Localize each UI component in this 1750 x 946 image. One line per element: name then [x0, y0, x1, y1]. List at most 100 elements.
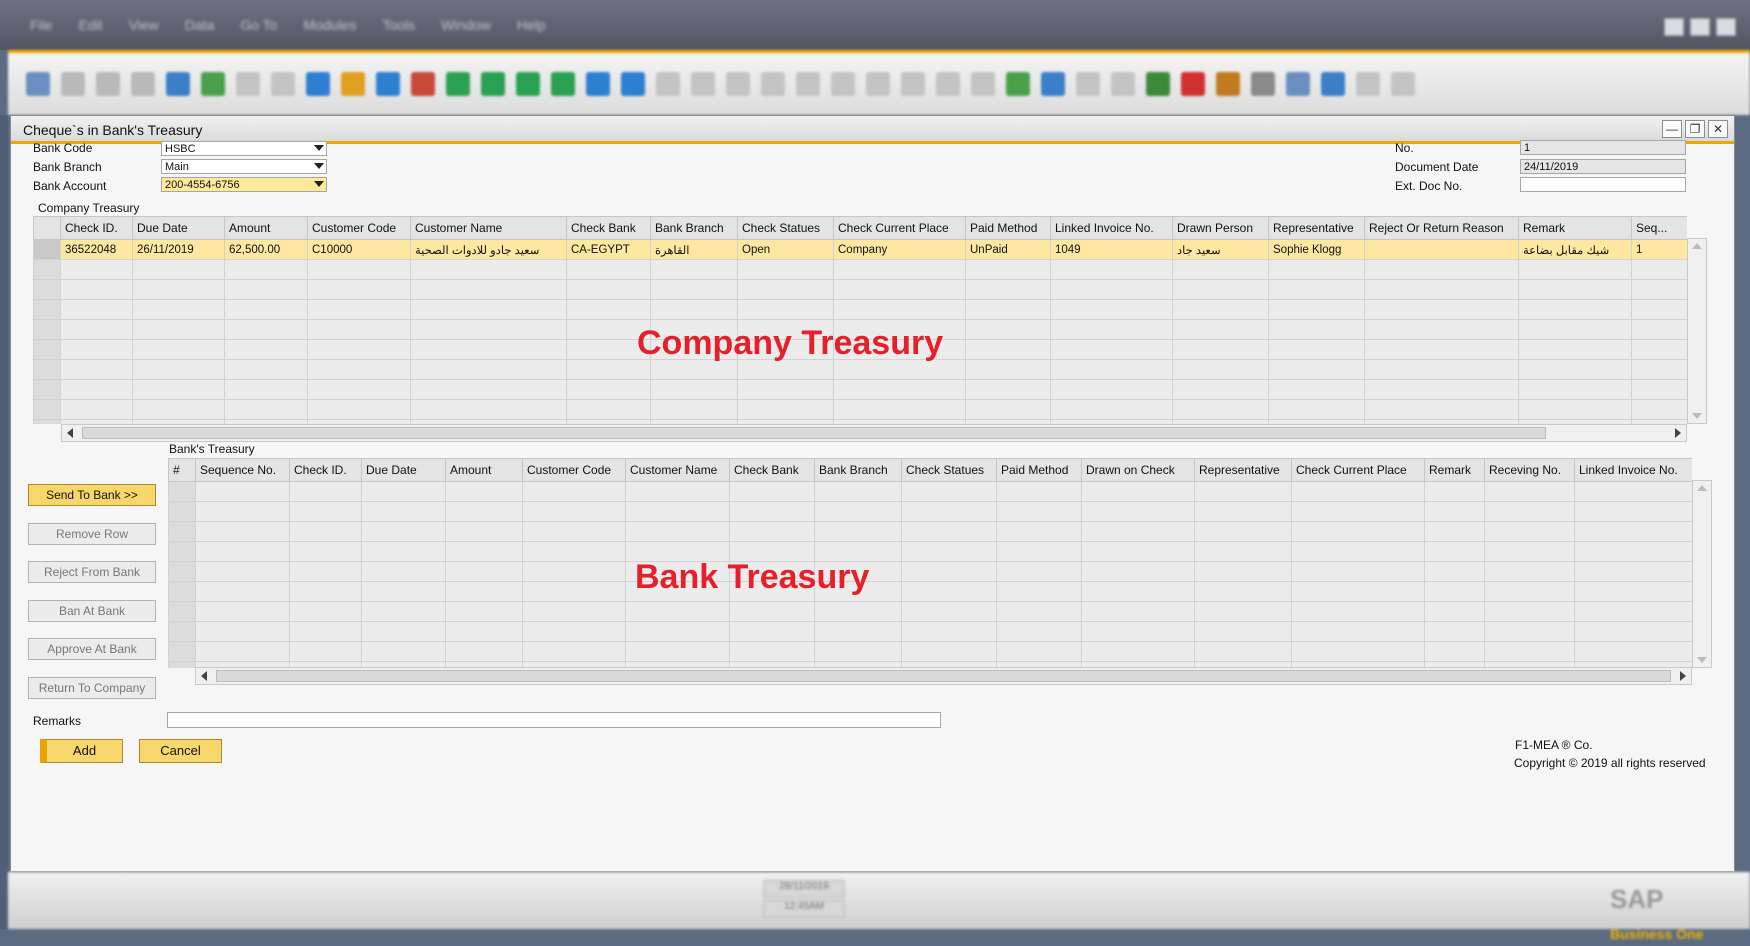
column-header[interactable]: Due Date — [132, 216, 225, 240]
table-cell[interactable] — [996, 541, 1082, 562]
table-cell[interactable] — [965, 299, 1051, 320]
table-cell[interactable] — [307, 299, 411, 320]
table-cell[interactable] — [195, 541, 290, 562]
column-header[interactable]: Representative — [1268, 216, 1365, 240]
table-cell[interactable] — [814, 481, 902, 502]
table-cell[interactable] — [1574, 481, 1692, 502]
table-cell[interactable] — [1268, 279, 1365, 300]
table-cell[interactable] — [289, 541, 362, 562]
toolbar-icon[interactable] — [726, 72, 750, 96]
table-cell[interactable] — [1484, 521, 1575, 542]
table-cell[interactable] — [1194, 521, 1292, 542]
toolbar-icon[interactable] — [201, 72, 225, 96]
table-cell[interactable] — [729, 621, 815, 642]
table-cell[interactable] — [289, 501, 362, 522]
row-header[interactable] — [33, 419, 61, 424]
table-cell[interactable] — [1291, 601, 1425, 622]
toolbar-icon[interactable] — [516, 72, 540, 96]
table-cell[interactable] — [1364, 239, 1519, 260]
table-cell[interactable] — [410, 319, 567, 340]
restore-button[interactable]: ❐ — [1685, 120, 1705, 138]
table-cell[interactable] — [60, 379, 133, 400]
table-cell[interactable] — [1574, 541, 1692, 562]
column-header[interactable]: Check Current Place — [1291, 458, 1425, 482]
table-cell[interactable] — [1484, 621, 1575, 642]
toolbar-icon[interactable] — [1251, 72, 1275, 96]
toolbar-icon[interactable] — [306, 72, 330, 96]
table-cell[interactable] — [1574, 581, 1692, 602]
table-cell[interactable] — [729, 481, 815, 502]
table-cell[interactable] — [1172, 299, 1269, 320]
table-cell[interactable] — [833, 299, 966, 320]
table-cell[interactable] — [1050, 339, 1173, 360]
table-cell[interactable] — [445, 621, 523, 642]
table-cell[interactable] — [361, 541, 446, 562]
add-button[interactable]: Add — [40, 739, 123, 763]
table-cell[interactable] — [833, 279, 966, 300]
column-header[interactable]: Representative — [1194, 458, 1292, 482]
table-cell[interactable] — [901, 581, 997, 602]
table-cell[interactable] — [625, 501, 730, 522]
bank-branch-select[interactable]: Main — [161, 159, 327, 174]
table-cell[interactable] — [965, 359, 1051, 380]
table-cell[interactable] — [1194, 481, 1292, 502]
menu-item[interactable]: Window — [441, 17, 491, 33]
table-cell[interactable] — [289, 521, 362, 542]
table-cell[interactable] — [522, 501, 626, 522]
column-header[interactable]: Reject Or Return Reason — [1364, 216, 1519, 240]
table-cell[interactable] — [522, 621, 626, 642]
table-cell[interactable] — [361, 501, 446, 522]
table-cell[interactable] — [1574, 561, 1692, 582]
toolbar-icon[interactable] — [901, 72, 925, 96]
column-header[interactable]: Drawn on Check — [1081, 458, 1195, 482]
table-cell[interactable] — [224, 299, 308, 320]
table-cell[interactable] — [1631, 259, 1687, 280]
table-cell[interactable] — [1291, 501, 1425, 522]
table-cell[interactable] — [1081, 601, 1195, 622]
table-cell[interactable] — [1194, 621, 1292, 642]
column-header[interactable]: Customer Code — [522, 458, 626, 482]
table-cell[interactable] — [361, 481, 446, 502]
table-cell[interactable] — [737, 399, 834, 420]
row-header[interactable] — [33, 399, 61, 420]
table-cell[interactable] — [132, 359, 225, 380]
table-cell[interactable] — [445, 641, 523, 662]
table-cell[interactable] — [445, 561, 523, 582]
toolbar-icon[interactable] — [481, 72, 505, 96]
table-cell[interactable]: Company — [833, 239, 966, 260]
bank-grid-vscroll[interactable] — [1692, 480, 1712, 668]
table-cell[interactable] — [965, 399, 1051, 420]
table-cell[interactable] — [1291, 521, 1425, 542]
table-cell[interactable] — [566, 399, 651, 420]
toolbar-icon[interactable] — [1146, 72, 1170, 96]
table-cell[interactable] — [60, 259, 133, 280]
table-cell[interactable] — [1364, 299, 1519, 320]
table-cell[interactable] — [833, 399, 966, 420]
table-row[interactable] — [168, 541, 1692, 562]
table-cell[interactable] — [132, 379, 225, 400]
table-cell[interactable] — [737, 379, 834, 400]
scroll-thumb[interactable] — [216, 670, 1671, 682]
table-cell[interactable] — [168, 661, 196, 668]
table-cell[interactable] — [522, 541, 626, 562]
column-header[interactable]: Seq... — [1631, 216, 1687, 240]
table-row[interactable] — [168, 641, 1692, 662]
table-cell[interactable] — [729, 641, 815, 662]
table-cell[interactable] — [996, 621, 1082, 642]
row-header[interactable] — [33, 339, 61, 360]
table-cell[interactable] — [1268, 399, 1365, 420]
table-cell[interactable] — [1268, 359, 1365, 380]
column-header[interactable]: Linked Invoice No. — [1050, 216, 1173, 240]
table-cell[interactable] — [650, 279, 738, 300]
column-header[interactable]: Check Statues — [737, 216, 834, 240]
toolbar-icon[interactable] — [446, 72, 470, 96]
table-cell[interactable] — [410, 259, 567, 280]
table-cell[interactable] — [132, 339, 225, 360]
app-minimize-button[interactable] — [1664, 18, 1684, 36]
table-cell[interactable] — [1574, 621, 1692, 642]
column-header[interactable]: # — [168, 458, 196, 482]
table-cell[interactable] — [1050, 279, 1173, 300]
menu-item[interactable]: Edit — [79, 17, 103, 33]
table-cell[interactable] — [1081, 501, 1195, 522]
table-cell[interactable] — [996, 561, 1082, 582]
